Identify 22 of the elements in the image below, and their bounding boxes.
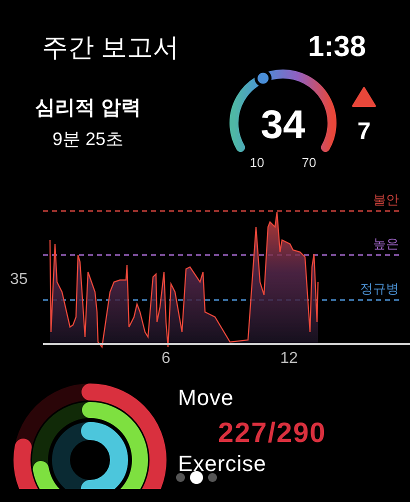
ring-label: Exercise [178,451,268,477]
screen-title: 주간 보고서 [42,30,180,64]
duration-text: 9분 25초 [52,128,124,150]
page-dot[interactable] [190,471,203,484]
gauge-max-label: 70 [302,155,316,170]
page-dot[interactable] [208,473,217,482]
trend-value: 7 [357,118,371,146]
threshold-label: 불안 [373,192,399,207]
clock-time: 1:38 [308,30,366,64]
y-axis-label: 35 [10,271,28,288]
gauge-thumb [254,70,272,87]
page-dot[interactable] [176,473,185,482]
gauge-min-label: 10 [250,155,264,170]
metric-title: 심리적 압력 [35,96,141,120]
threshold-label: 높은 [373,236,399,251]
ring-label: Move [178,385,235,411]
triangle-up-icon [352,87,376,107]
x-axis-label: 6 [162,350,170,367]
threshold-label: 정규병 [360,281,399,296]
ring-value: 227/290 [218,417,326,449]
x-axis-label: 12 [280,350,298,367]
stress-score: 34 [260,103,306,147]
